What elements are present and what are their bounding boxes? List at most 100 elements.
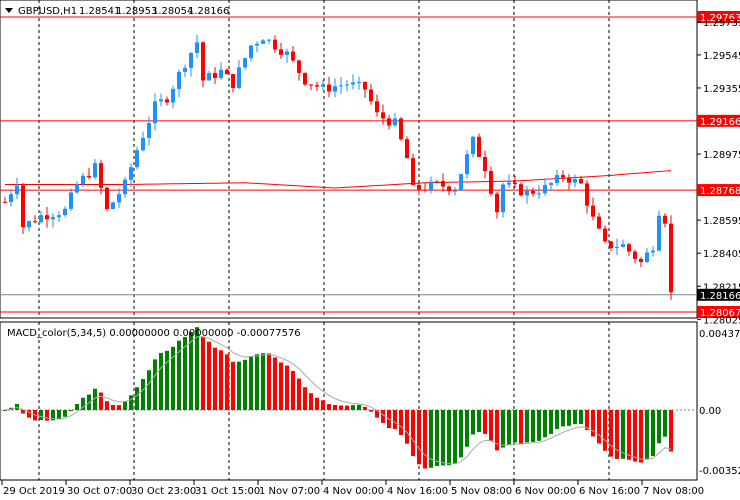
macd-bar — [399, 410, 403, 436]
macd-bar — [231, 361, 235, 410]
price-tick-label: 1.28595 — [703, 216, 740, 227]
candle — [45, 207, 49, 228]
candle — [657, 210, 661, 252]
candle — [15, 177, 19, 200]
macd-bar — [543, 410, 547, 438]
candle — [627, 242, 631, 256]
chart-window: 1.29763 1.29166 1.28768 1.28067 1.28166 1.29… — [0, 0, 740, 500]
candle — [129, 163, 133, 188]
candle — [273, 35, 277, 54]
price-tick-label: 1.28025 — [703, 315, 740, 326]
macd-bar — [573, 410, 577, 425]
macd-bar — [219, 350, 223, 410]
macd-bar — [45, 410, 49, 421]
candle — [111, 201, 115, 210]
candle — [225, 68, 229, 75]
macd-bar — [453, 410, 457, 464]
time-tick-label: 31 Oct 15:00 — [195, 486, 260, 497]
macd-bar — [153, 359, 157, 410]
macd-bar — [579, 410, 583, 425]
macd-bar — [561, 410, 565, 427]
candle — [483, 150, 487, 179]
open-value: 1.28541 — [79, 6, 120, 17]
candle — [615, 238, 619, 256]
candle — [177, 69, 181, 98]
macd-bar — [147, 370, 151, 410]
price-level-label: 1.29166 — [700, 117, 740, 128]
macd-bar — [159, 352, 163, 410]
candle — [381, 104, 385, 125]
moving-average-line — [5, 170, 672, 189]
candle — [639, 257, 643, 268]
candle — [591, 197, 595, 221]
candle — [213, 66, 217, 85]
candle — [621, 239, 625, 248]
macd-bar — [405, 410, 409, 444]
candle — [603, 225, 607, 244]
candle — [399, 117, 403, 141]
candle — [195, 34, 199, 59]
candle — [369, 83, 373, 105]
chart-canvas[interactable]: 1.297631.291661.287681.280671.28166 1.29… — [0, 0, 740, 500]
macd-bar — [585, 410, 589, 431]
macd-signal-line — [4, 336, 672, 465]
candle — [141, 131, 145, 152]
macd-label: MACD_color(5,34,5) 0.00000000 0.00000000… — [7, 328, 301, 339]
candle — [645, 248, 649, 263]
macd-bar — [279, 362, 283, 410]
macd-bar — [645, 410, 649, 460]
candle — [267, 38, 271, 44]
macd-bar — [471, 410, 475, 435]
macd-scale-zero: 0.00 — [699, 406, 721, 417]
candle — [423, 183, 427, 193]
candle — [33, 215, 37, 224]
macd-bar — [567, 410, 571, 426]
macd-bar — [393, 410, 397, 429]
candle — [93, 159, 97, 180]
macd-bar — [537, 410, 541, 441]
time-tick-label: 7 Nov 08:00 — [643, 486, 704, 497]
macd-scale-bottom: -0.003525 — [699, 466, 740, 477]
price-tick-label: 1.28405 — [703, 249, 740, 260]
macd-bar — [519, 410, 523, 444]
candle — [27, 220, 31, 232]
time-tick-label: 30 Oct 23:00 — [131, 486, 196, 497]
candle — [495, 191, 499, 219]
candle — [105, 186, 109, 211]
candle — [189, 52, 193, 77]
candle — [561, 170, 565, 183]
macd-bar — [339, 405, 343, 410]
macd-bar — [411, 410, 415, 457]
macd-bar — [105, 401, 109, 410]
candle — [609, 240, 613, 252]
candle — [663, 213, 667, 228]
time-tick-label: 1 Nov 07:00 — [259, 486, 320, 497]
candle — [297, 59, 301, 81]
candle — [459, 173, 463, 192]
candle — [321, 80, 325, 91]
candle — [393, 112, 397, 127]
dropdown-icon[interactable] — [5, 8, 13, 13]
macd-bar — [627, 410, 631, 460]
symbol-label: GBPUSD,H1 — [18, 6, 77, 17]
candle — [255, 41, 259, 53]
macd-bar — [555, 410, 559, 430]
candle — [387, 115, 391, 130]
candle — [489, 166, 493, 197]
macd-bar — [639, 410, 643, 463]
candle — [39, 210, 43, 224]
candle — [597, 212, 601, 230]
macd-bar — [63, 410, 67, 417]
macd-bar — [345, 405, 349, 410]
macd-bar — [483, 410, 487, 434]
candle — [585, 180, 589, 214]
price-tick-label: 1.28975 — [703, 150, 740, 161]
macd-bar — [513, 410, 517, 443]
candle — [69, 188, 73, 211]
macd-bar — [423, 410, 427, 469]
candle — [231, 73, 235, 93]
candle — [363, 81, 367, 98]
macd-bar — [657, 410, 661, 444]
macd-bar — [237, 361, 241, 410]
macd-bar — [117, 405, 121, 410]
